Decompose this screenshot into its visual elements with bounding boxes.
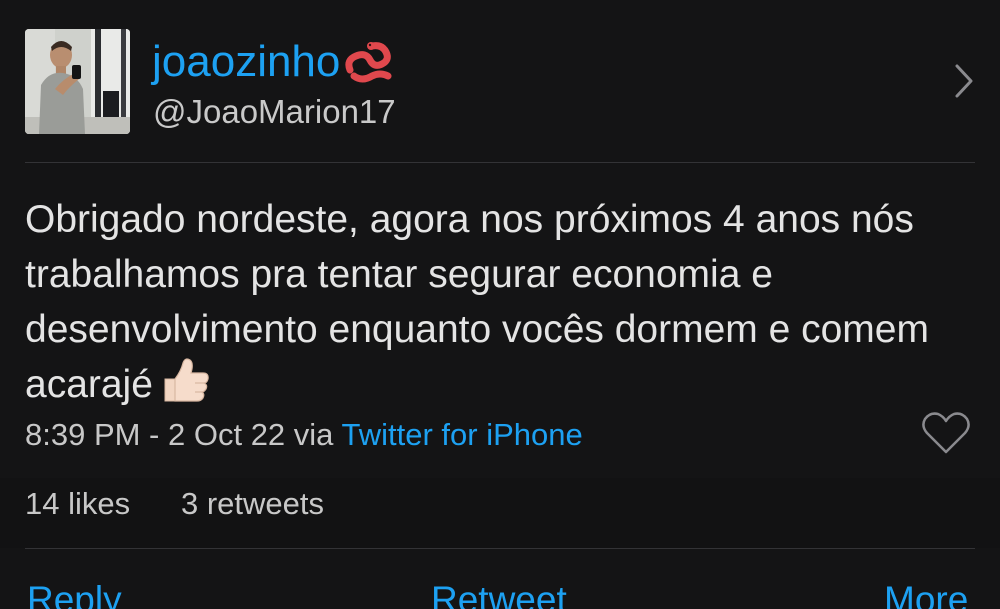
avatar[interactable] xyxy=(25,29,130,134)
header-divider xyxy=(25,162,975,163)
tweet-header[interactable]: joaozinho @JoaoMarion17 xyxy=(0,0,1000,163)
thumbs-up-emoji-icon xyxy=(159,357,211,405)
action-bar: Reply Retweet More xyxy=(0,570,1000,609)
stats-divider xyxy=(25,548,975,549)
more-button[interactable]: More xyxy=(884,578,968,609)
stats-bar xyxy=(0,478,1000,548)
worm-emoji-icon xyxy=(344,36,396,88)
reply-button[interactable]: Reply xyxy=(27,578,122,609)
display-name[interactable]: joaozinho xyxy=(152,36,340,88)
heart-icon[interactable] xyxy=(921,410,971,456)
via-label: via xyxy=(293,417,334,452)
likes-count[interactable]: 14 likes xyxy=(25,484,130,524)
retweet-button[interactable]: Retweet xyxy=(431,578,567,609)
user-handle[interactable]: @JoaoMarion17 xyxy=(153,92,396,132)
tweet-source-link[interactable]: Twitter for iPhone xyxy=(342,417,583,452)
tweet-meta: 8:39 PM - 2 Oct 22 via Twitter for iPhon… xyxy=(25,412,583,458)
tweet-body: Obrigado nordeste, agora nos próximos 4 … xyxy=(25,192,965,412)
display-name-row[interactable]: joaozinho xyxy=(152,36,396,88)
tweet-timestamp: 8:39 PM - 2 Oct 22 xyxy=(25,417,286,452)
retweets-count[interactable]: 3 retweets xyxy=(181,484,324,524)
chevron-right-icon[interactable] xyxy=(950,62,978,100)
avatar-photo xyxy=(25,29,130,134)
